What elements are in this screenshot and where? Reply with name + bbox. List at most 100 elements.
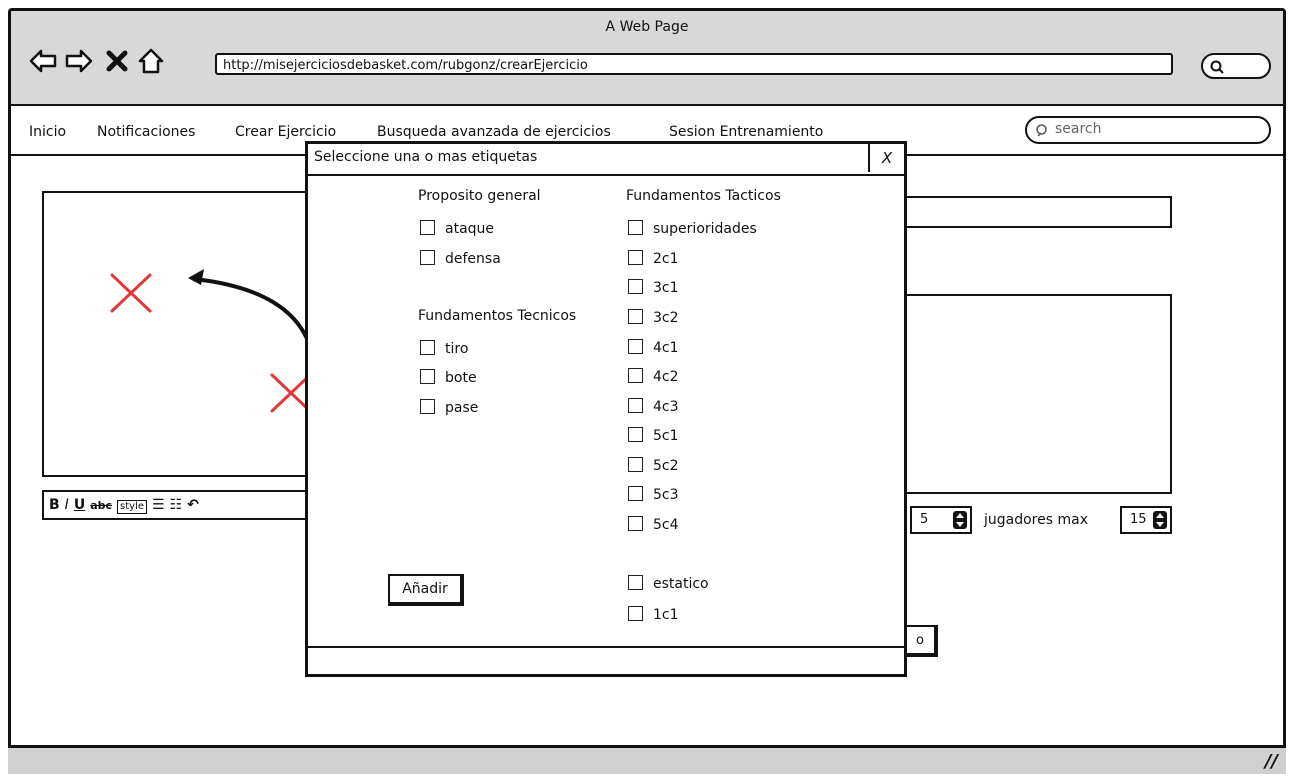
checkbox-label: tiro bbox=[445, 341, 469, 357]
checkbox-label: bote bbox=[445, 370, 477, 386]
style-dropdown[interactable]: style bbox=[117, 500, 147, 514]
checkbox-defensa[interactable]: defensa bbox=[420, 250, 501, 268]
min-players-stepper[interactable]: 5 bbox=[910, 506, 972, 534]
stepper-arrows-icon[interactable] bbox=[953, 511, 967, 529]
checkbox-tiro[interactable]: tiro bbox=[420, 340, 468, 358]
checkbox-4c1[interactable]: 4c1 bbox=[628, 339, 679, 357]
back-arrow-icon[interactable] bbox=[29, 47, 57, 75]
checkbox-icon[interactable] bbox=[420, 220, 435, 235]
forward-arrow-icon[interactable] bbox=[65, 47, 93, 75]
checkbox-ataque[interactable]: ataque bbox=[420, 220, 494, 238]
exercise-description-textarea[interactable] bbox=[902, 294, 1172, 494]
checkbox-icon[interactable] bbox=[628, 516, 643, 531]
checkbox-label: 4c1 bbox=[653, 340, 679, 356]
checkbox-label: 5c2 bbox=[653, 458, 679, 474]
checkbox-label: 5c1 bbox=[653, 428, 679, 444]
checkbox-icon[interactable] bbox=[420, 250, 435, 265]
dialog-title: Seleccione una o mas etiquetas bbox=[314, 149, 538, 165]
group-title-proposito: Proposito general bbox=[418, 188, 541, 204]
checkbox-icon[interactable] bbox=[420, 369, 435, 384]
numbered-list-icon[interactable]: ☷ bbox=[170, 492, 183, 518]
checkbox-label: 3c2 bbox=[653, 310, 679, 326]
dialog-header: Seleccione una o mas etiquetas X bbox=[308, 144, 904, 176]
checkbox-icon[interactable] bbox=[628, 486, 643, 501]
checkbox-icon[interactable] bbox=[628, 368, 643, 383]
search-icon bbox=[1210, 60, 1224, 74]
menu-item-sesion-entrenamiento[interactable]: Sesion Entrenamiento bbox=[669, 124, 823, 140]
checkbox-label: estatico bbox=[653, 576, 709, 592]
group-title-tecnicos: Fundamentos Tecnicos bbox=[418, 308, 577, 324]
search-input[interactable]: search bbox=[1025, 116, 1271, 144]
drawing-canvas[interactable] bbox=[42, 191, 322, 477]
max-players-stepper[interactable]: 15 bbox=[1120, 506, 1172, 534]
checkbox-4c2[interactable]: 4c2 bbox=[628, 368, 679, 386]
search-placeholder: search bbox=[1055, 121, 1102, 137]
stepper-arrows-icon[interactable] bbox=[1153, 511, 1167, 529]
checkbox-icon[interactable] bbox=[628, 220, 643, 235]
checkbox-bote[interactable]: bote bbox=[420, 369, 477, 387]
checkbox-label: 5c3 bbox=[653, 487, 679, 503]
checkbox-label: superioridades bbox=[653, 221, 757, 237]
group-title-tacticos: Fundamentos Tacticos bbox=[626, 188, 781, 204]
checkbox-icon[interactable] bbox=[628, 606, 643, 621]
checkbox-label: 5c4 bbox=[653, 517, 679, 533]
checkbox-icon[interactable] bbox=[628, 339, 643, 354]
checkbox-label: 4c2 bbox=[653, 369, 679, 385]
url-bar[interactable]: http://misejerciciosdebasket.com/rubgonz… bbox=[215, 53, 1173, 75]
max-players-value: 15 bbox=[1130, 512, 1147, 527]
checkbox-icon[interactable] bbox=[628, 427, 643, 442]
checkbox-superioridades[interactable]: superioridades bbox=[628, 220, 757, 238]
checkbox-5c1[interactable]: 5c1 bbox=[628, 427, 679, 445]
player-marker-1[interactable] bbox=[110, 273, 152, 313]
rich-text-toolbar: B I Uabc style ☰ ☷ ↶ bbox=[42, 490, 322, 520]
checkbox-label: pase bbox=[445, 400, 479, 416]
home-icon[interactable] bbox=[137, 47, 165, 75]
checkbox-label: 1c1 bbox=[653, 607, 679, 623]
tag-selection-dialog: Seleccione una o mas etiquetas X Proposi… bbox=[305, 141, 907, 677]
checkbox-icon[interactable] bbox=[628, 575, 643, 590]
checkbox-3c2[interactable]: 3c2 bbox=[628, 309, 679, 327]
checkbox-icon[interactable] bbox=[420, 340, 435, 355]
checkbox-icon[interactable] bbox=[628, 250, 643, 265]
exercise-name-input[interactable] bbox=[902, 196, 1172, 228]
checkbox-4c3[interactable]: 4c3 bbox=[628, 398, 679, 416]
menu-item-busqueda-avanzada[interactable]: Busqueda avanzada de ejercicios bbox=[377, 124, 611, 140]
bold-button[interactable]: B bbox=[49, 492, 60, 518]
checkbox-icon[interactable] bbox=[628, 398, 643, 413]
menu-item-notificaciones[interactable]: Notificaciones bbox=[97, 124, 195, 140]
checkbox-label: 2c1 bbox=[653, 251, 679, 267]
italic-button[interactable]: I bbox=[65, 492, 69, 518]
checkbox-icon[interactable] bbox=[628, 279, 643, 294]
checkbox-pase[interactable]: pase bbox=[420, 399, 478, 417]
checkbox-estatico[interactable]: estatico bbox=[628, 575, 709, 593]
checkbox-1c1[interactable]: 1c1 bbox=[628, 606, 679, 624]
checkbox-5c4[interactable]: 5c4 bbox=[628, 516, 679, 534]
checkbox-label: 3c1 bbox=[653, 280, 679, 296]
resize-handle-icon[interactable]: // bbox=[1265, 751, 1278, 772]
checkbox-icon[interactable] bbox=[628, 457, 643, 472]
checkbox-2c1[interactable]: 2c1 bbox=[628, 250, 679, 268]
checkbox-icon[interactable] bbox=[420, 399, 435, 414]
underline-button[interactable]: U bbox=[74, 492, 85, 518]
menu-item-crear-ejercicio[interactable]: Crear Ejercicio bbox=[235, 124, 336, 140]
strikethrough-button[interactable]: abc bbox=[90, 493, 112, 518]
checkbox-label: defensa bbox=[445, 251, 501, 267]
checkbox-5c3[interactable]: 5c3 bbox=[628, 486, 679, 504]
min-players-value: 5 bbox=[920, 512, 929, 527]
checkbox-label: ataque bbox=[445, 221, 495, 237]
search-icon bbox=[1036, 124, 1047, 137]
checkbox-5c2[interactable]: 5c2 bbox=[628, 457, 679, 475]
menu-item-inicio[interactable]: Inicio bbox=[29, 124, 66, 140]
title-bar: A Web Page http://misejerciciosdebasket.… bbox=[11, 11, 1283, 106]
status-bar: // bbox=[8, 745, 1286, 774]
movement-arrow[interactable] bbox=[188, 269, 310, 343]
checkbox-icon[interactable] bbox=[628, 309, 643, 324]
undo-icon[interactable]: ↶ bbox=[187, 492, 199, 518]
close-button[interactable]: X bbox=[868, 144, 904, 172]
add-button[interactable]: Añadir bbox=[388, 574, 464, 606]
stop-icon[interactable] bbox=[103, 47, 131, 75]
window-title: A Web Page bbox=[605, 19, 689, 35]
checkbox-3c1[interactable]: 3c1 bbox=[628, 279, 679, 297]
browser-search-field[interactable] bbox=[1201, 53, 1271, 79]
bullet-list-icon[interactable]: ☰ bbox=[152, 492, 165, 518]
